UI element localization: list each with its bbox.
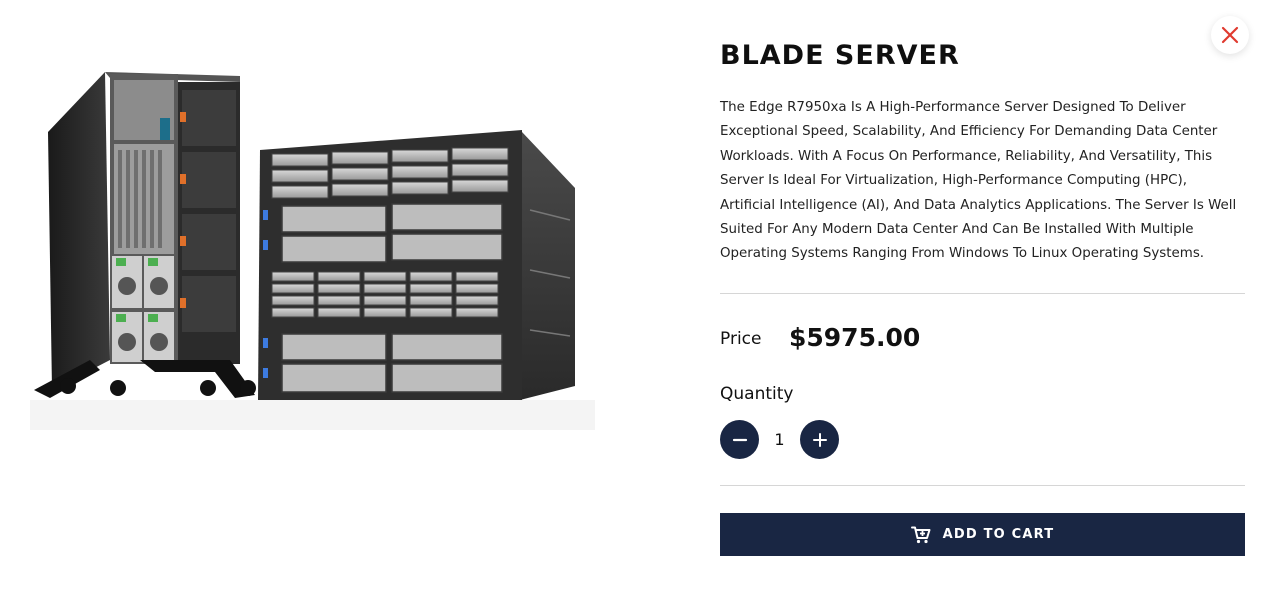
- divider: [720, 485, 1245, 486]
- divider: [720, 293, 1245, 294]
- decrease-quantity-button[interactable]: [720, 420, 759, 459]
- product-quick-view-modal: BLADE SERVER The Edge R7950xa Is A High-…: [0, 0, 1280, 600]
- product-details: BLADE SERVER The Edge R7950xa Is A High-…: [720, 0, 1245, 600]
- cart-icon: [910, 526, 931, 544]
- product-image: [30, 60, 595, 430]
- add-to-cart-label: ADD TO CART: [942, 527, 1055, 542]
- increase-quantity-button[interactable]: [800, 420, 839, 459]
- plus-icon: [812, 432, 827, 447]
- quantity-label: Quantity: [720, 384, 794, 404]
- price-value: $5975.00: [789, 323, 921, 352]
- product-title: BLADE SERVER: [720, 40, 960, 71]
- minus-icon: [732, 438, 747, 441]
- price-label: Price: [720, 329, 762, 349]
- quantity-stepper: 1: [720, 420, 920, 459]
- quantity-value: 1: [774, 430, 785, 449]
- product-description: The Edge R7950xa Is A High-Performance S…: [720, 100, 1237, 262]
- add-to-cart-button[interactable]: ADD TO CART: [720, 513, 1245, 556]
